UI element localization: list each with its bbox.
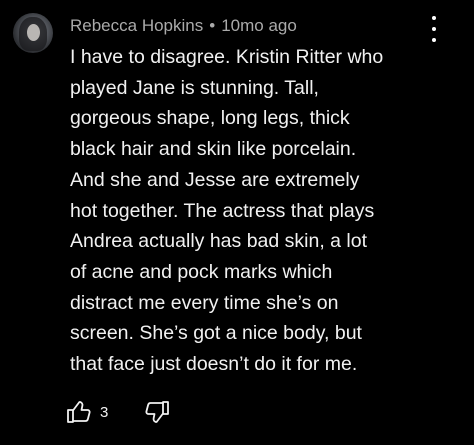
like-button[interactable]: 3 bbox=[66, 400, 108, 424]
avatar[interactable] bbox=[13, 13, 53, 53]
like-count: 3 bbox=[100, 403, 109, 421]
comment-timestamp[interactable]: 10mo ago bbox=[221, 16, 297, 36]
comment-card: Rebecca Hopkins • 10mo ago I have to dis… bbox=[0, 0, 474, 445]
comment-line: And she and Jesse are extremely bbox=[70, 168, 360, 191]
comment-line: black hair and skin like porcelain. bbox=[70, 138, 357, 161]
comment-header: Rebecca Hopkins • 10mo ago bbox=[70, 14, 297, 38]
more-vertical-icon[interactable] bbox=[424, 16, 444, 42]
comment-line: distract me every time she’s on bbox=[70, 291, 339, 314]
comment-line: hot together. The actress that plays bbox=[70, 199, 375, 222]
comment-line: Andrea actually has bad skin, a lot bbox=[70, 230, 368, 253]
avatar-face bbox=[27, 24, 40, 41]
comment-line: screen. She’s got a nice body, but bbox=[70, 322, 362, 345]
comment-actions: 3 bbox=[66, 398, 170, 426]
dislike-button[interactable] bbox=[144, 400, 170, 424]
comment-body: I have to disagree. Kristin Ritter who p… bbox=[70, 42, 465, 380]
author-name[interactable]: Rebecca Hopkins bbox=[70, 16, 203, 36]
thumbs-down-icon bbox=[145, 401, 170, 423]
more-dot bbox=[432, 27, 436, 31]
comment-line: that face just doesn’t do it for me. bbox=[70, 353, 358, 376]
more-dot bbox=[432, 16, 436, 20]
header-separator: • bbox=[209, 16, 216, 35]
comment-line: gorgeous shape, long legs, thick bbox=[70, 107, 350, 130]
comment-line: I have to disagree. Kristin Ritter who bbox=[70, 46, 384, 68]
comment-line: played Jane is stunning. Tall, bbox=[70, 76, 319, 99]
comment-line: of acne and pock marks which bbox=[70, 260, 333, 283]
thumbs-up-icon bbox=[67, 401, 91, 423]
